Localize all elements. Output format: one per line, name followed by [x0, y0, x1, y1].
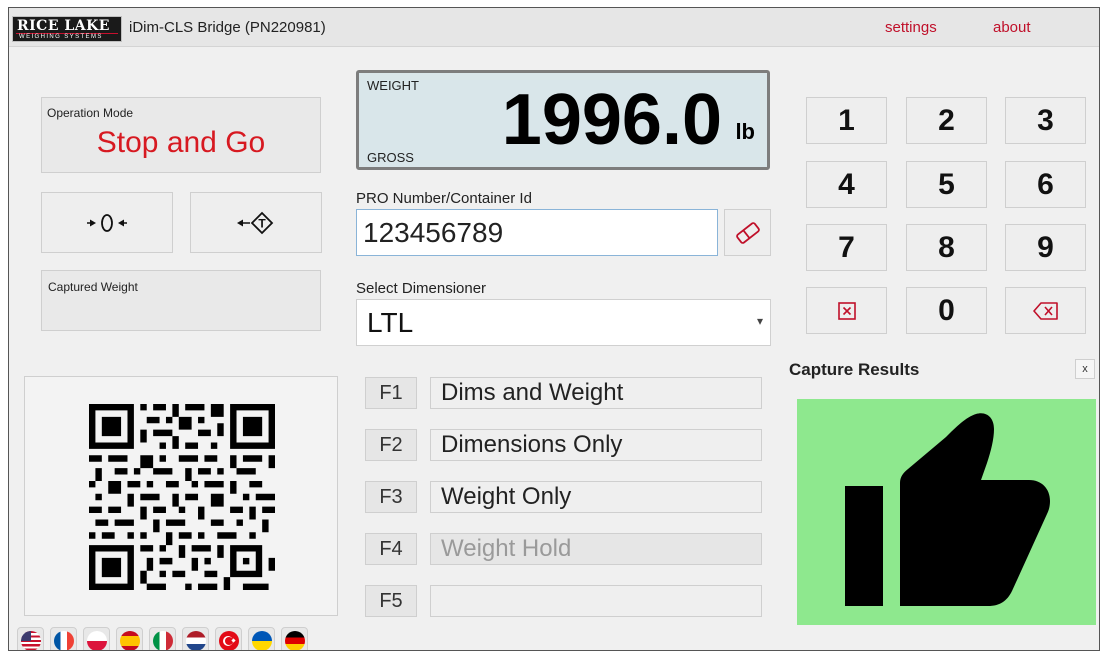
- keypad-3[interactable]: 3: [1005, 97, 1086, 144]
- zero-button[interactable]: [41, 192, 173, 253]
- keypad-8[interactable]: 8: [906, 224, 987, 271]
- nl-flag-icon[interactable]: [182, 627, 209, 650]
- about-link[interactable]: about: [993, 19, 1031, 36]
- keypad-5[interactable]: 5: [906, 161, 987, 208]
- tare-icon: T: [237, 211, 274, 234]
- dimensioner-select[interactable]: LTL ▾: [356, 299, 771, 346]
- logo-text: RICE LAKE: [17, 18, 110, 34]
- ua-flag-icon[interactable]: [248, 627, 275, 650]
- weight-value: 1996.0: [501, 80, 722, 160]
- keypad-0[interactable]: 0: [906, 287, 987, 334]
- keypad-4[interactable]: 4: [806, 161, 887, 208]
- dimensioner-label: Select Dimensioner: [356, 280, 487, 297]
- f4-key[interactable]: F4: [365, 533, 417, 565]
- qr-code-icon: [89, 404, 275, 590]
- clear-button[interactable]: [806, 287, 887, 334]
- zero-icon: [87, 213, 127, 232]
- gross-label: GROSS: [367, 150, 414, 165]
- chevron-down-icon: ▾: [756, 314, 763, 328]
- capture-results-title: Capture Results: [789, 360, 920, 379]
- svg-text:T: T: [258, 216, 266, 230]
- f1-key[interactable]: F1: [365, 377, 417, 409]
- tare-button[interactable]: T: [190, 192, 322, 253]
- dimensioner-value: LTL: [367, 307, 414, 338]
- weight-label: WEIGHT: [367, 78, 419, 93]
- operation-mode-panel[interactable]: Operation Mode Stop and Go: [41, 97, 321, 173]
- f3-key[interactable]: F3: [365, 481, 417, 513]
- keypad-2[interactable]: 2: [906, 97, 987, 144]
- qr-code-panel: [24, 376, 338, 616]
- operation-mode-value: Stop and Go: [96, 126, 266, 159]
- weight-display: WEIGHT GROSS 1996.0 lb: [356, 70, 770, 170]
- backspace-button[interactable]: [1005, 287, 1086, 334]
- weight-hold-button[interactable]: Weight Hold: [430, 533, 762, 565]
- backspace-icon: [1032, 301, 1058, 320]
- captured-weight-panel: Captured Weight: [41, 270, 321, 331]
- title-bar: RICE LAKE WEIGHING SYSTEMS iDim-CLS Brid…: [9, 8, 1099, 47]
- captured-weight-label: Captured Weight: [48, 280, 138, 294]
- rice-lake-logo: RICE LAKE WEIGHING SYSTEMS: [12, 16, 122, 42]
- dimensions-only-button[interactable]: Dimensions Only: [430, 429, 762, 461]
- tr-flag-icon[interactable]: [215, 627, 242, 650]
- weight-unit: lb: [735, 119, 755, 144]
- clear-pro-button[interactable]: [724, 209, 771, 256]
- close-results-button[interactable]: x: [1075, 359, 1095, 379]
- app-window: RICE LAKE WEIGHING SYSTEMS iDim-CLS Brid…: [8, 7, 1100, 651]
- f5-key[interactable]: F5: [365, 585, 417, 617]
- it-flag-icon[interactable]: [149, 627, 176, 650]
- keypad-6[interactable]: 6: [1005, 161, 1086, 208]
- us-flag-icon[interactable]: [17, 627, 44, 650]
- settings-link[interactable]: settings: [885, 19, 937, 36]
- capture-result-status: [797, 399, 1096, 625]
- f5-button[interactable]: [430, 585, 762, 617]
- de-flag-icon[interactable]: [281, 627, 308, 650]
- weight-only-button[interactable]: Weight Only: [430, 481, 762, 513]
- fr-flag-icon[interactable]: [50, 627, 77, 650]
- keypad-7[interactable]: 7: [806, 224, 887, 271]
- dims-and-weight-button[interactable]: Dims and Weight: [430, 377, 762, 409]
- operation-mode-label: Operation Mode: [47, 106, 134, 120]
- pl-flag-icon[interactable]: [83, 627, 110, 650]
- eraser-icon: [735, 221, 760, 244]
- keypad-9[interactable]: 9: [1005, 224, 1086, 271]
- thumbs-up-icon: [845, 413, 1050, 606]
- logo-subtext: WEIGHING SYSTEMS: [19, 34, 103, 40]
- pro-number-input[interactable]: [356, 209, 718, 256]
- es-flag-icon[interactable]: [116, 627, 143, 650]
- clear-icon: [837, 301, 856, 320]
- app-title: iDim-CLS Bridge (PN220981): [129, 19, 326, 36]
- f2-key[interactable]: F2: [365, 429, 417, 461]
- pro-number-label: PRO Number/Container Id: [356, 190, 532, 207]
- keypad-1[interactable]: 1: [806, 97, 887, 144]
